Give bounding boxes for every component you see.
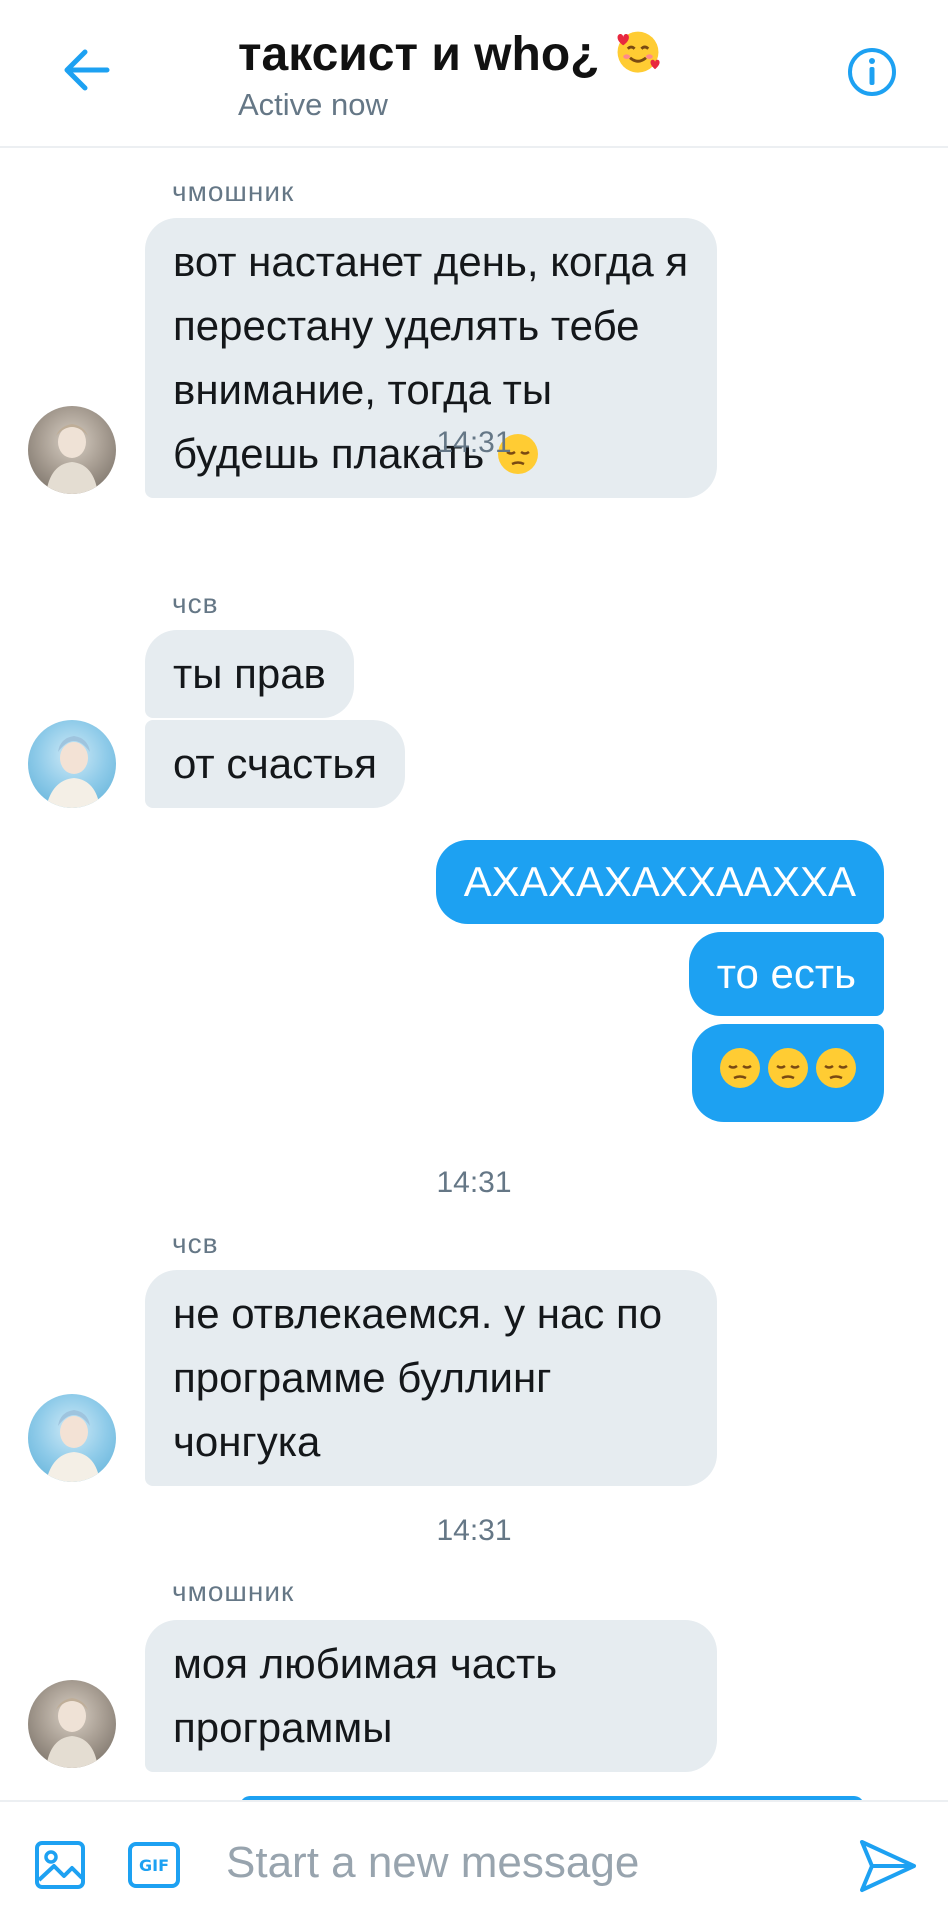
message-bubble[interactable]: ты прав [145, 630, 354, 718]
message-text: от счастья [173, 740, 377, 787]
pensive-face-icon [768, 1048, 808, 1088]
message-list[interactable]: чмошник вот настанет день, когда я перес… [0, 150, 948, 1800]
message-text: моя любимая часть программы [173, 1640, 558, 1751]
avatar[interactable] [28, 1680, 116, 1768]
info-button[interactable] [846, 46, 898, 98]
pensive-face-icon [720, 1048, 760, 1088]
person-photo-icon [46, 736, 100, 808]
gif-button[interactable]: GIF [128, 1842, 180, 1888]
conversation-header: таксист и who¿ Active now [0, 0, 948, 148]
avatar[interactable] [28, 1394, 116, 1482]
message-bubble-outgoing[interactable]: то есть [688, 932, 884, 1016]
sender-name: чмошник [172, 176, 295, 207]
timestamp: 14:31 [436, 1514, 512, 1547]
send-icon [860, 1840, 916, 1892]
person-photo-icon [46, 1410, 100, 1482]
avatar[interactable] [28, 720, 116, 808]
sender-name: чсв [172, 1228, 219, 1259]
timestamp: 14:31 [436, 1166, 512, 1199]
message-bubble-outgoing[interactable] [692, 1024, 884, 1122]
smiling-face-with-hearts-icon [617, 31, 660, 73]
conversation-title-block[interactable]: таксист и who¿ Active now [238, 26, 663, 125]
active-status: Active now [238, 87, 388, 122]
message-text: ты прав [173, 650, 326, 697]
info-icon [848, 48, 896, 96]
image-icon [35, 1841, 85, 1889]
emoji-row [718, 1038, 858, 1098]
sender-name: чмошник [172, 1576, 295, 1607]
media-button[interactable] [34, 1840, 86, 1890]
message-text: АХАХАХАХХААХХА [463, 858, 856, 905]
message-composer: GIF [0, 1800, 948, 1920]
person-photo-icon [46, 1698, 98, 1768]
pensive-face-icon [816, 1048, 856, 1088]
conversation-title: таксист и who¿ [238, 26, 663, 83]
message-text: не отвлекаемся. у нас по программе булли… [173, 1290, 663, 1465]
message-bubble[interactable]: от счастья [145, 720, 405, 808]
message-bubble-outgoing[interactable]: АХАХАХАХХААХХА [435, 840, 884, 924]
sender-name: чсв [172, 588, 219, 619]
message-input[interactable] [226, 1828, 806, 1898]
arrow-left-icon [64, 49, 110, 91]
message-bubble[interactable]: моя любимая часть программы [145, 1620, 717, 1772]
send-button[interactable] [858, 1836, 918, 1896]
back-button[interactable] [58, 42, 114, 98]
message-bubble[interactable]: не отвлекаемся. у нас по программе булли… [145, 1270, 717, 1486]
timestamp: 14:31 [436, 426, 512, 459]
message-text: то есть [716, 950, 856, 997]
